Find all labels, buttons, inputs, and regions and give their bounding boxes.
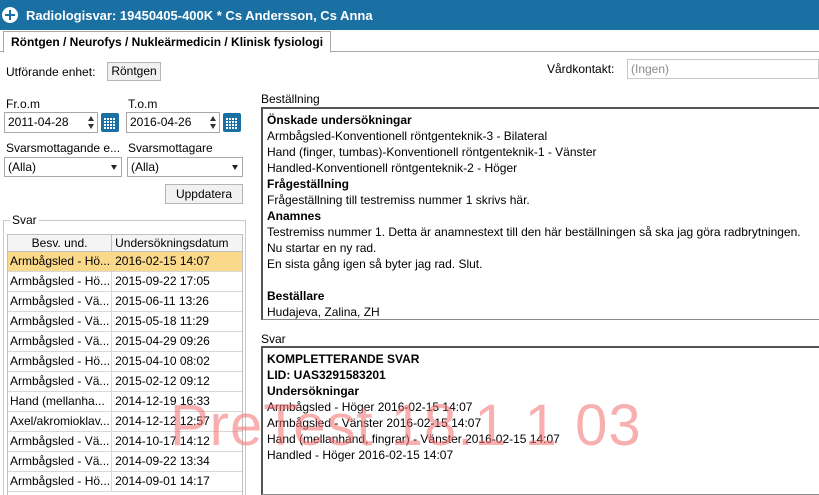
answer-line: LID: UAS3291583201 [267,368,386,382]
recipient-unit-label: Svarsmottagande e... [6,141,121,155]
row-exam: Armbågsled - Vä... [8,332,113,351]
column-header-exam[interactable]: Besv. und. [8,235,113,251]
from-date-value: 2011-04-28 [8,115,69,129]
window-title: Radiologisvar: 19450405-400K * Cs Anders… [26,7,373,23]
order-line [267,272,819,288]
vardkontakt-label: Vårdkontakt: [547,62,615,76]
table-row[interactable]: Armbågsled - Vä... 2015-02-12 09:12 [8,372,242,392]
calendar-icon [101,113,119,132]
calendar-icon [223,113,241,132]
order-line: Önskade undersökningar [267,113,412,127]
row-exam: Armbågsled - Vä... [8,292,113,311]
from-date-field[interactable]: 2011-04-28 [4,112,98,133]
from-date-spinner[interactable] [88,115,95,130]
row-date: 2015-06-11 13:26 [115,294,209,308]
row-date: 2014-09-22 13:34 [115,454,210,468]
order-line: En sista gång igen så byter jag rad. Slu… [267,257,483,271]
row-exam: Armbågsled - Vä... [8,452,113,471]
order-line: Anamnes [267,209,322,223]
row-date: 2014-12-12 12:57 [115,414,210,428]
title-bar: Radiologisvar: 19450405-400K * Cs Anders… [0,0,819,30]
order-line: Hudajeva, Zalina, ZH [267,305,380,319]
recipient-select[interactable]: (Alla) [127,157,243,177]
order-line: Beställare [267,289,325,303]
recipient-unit-value: (Alla) [8,160,37,174]
row-exam: Armbågsled - Vä... [8,372,113,391]
to-calendar-button[interactable] [222,112,242,133]
order-panel-label: Beställning [261,92,320,106]
row-date: 2015-05-18 11:29 [115,314,209,328]
table-row[interactable]: Armbågsled - Hö... 2016-02-15 14:07 [8,252,242,272]
answer-line: Armbågsled - Vänster 2016-02-15 14:07 [267,416,482,430]
order-line: Armbågsled-Konventionell röntgenteknik-3… [267,129,548,143]
column-header-date[interactable]: Undersökningsdatum [112,235,242,251]
row-date: 2015-09-22 17:05 [115,274,210,288]
recipient-value: (Alla) [131,160,160,174]
table-header: Besv. und. Undersökningsdatum [8,235,242,252]
answer-panel[interactable]: KOMPLETTERANDE SVAR LID: UAS3291583201 U… [261,346,819,495]
order-line: Hand (finger, tumbas)-Konventionell rönt… [267,145,597,159]
update-button[interactable]: Uppdatera [165,184,243,204]
row-date: 2014-09-01 14:17 [115,474,210,488]
unit-label: Utförande enhet: [6,65,96,79]
row-exam: Armbågsled - Vä... [8,432,113,451]
unit-button[interactable]: Röntgen [107,62,161,81]
order-line: Handled-Konventionell röntgenteknik-2 - … [267,161,518,175]
answer-line: Handled - Höger 2016-02-15 14:07 [267,448,454,462]
order-line: Nu startar en ny rad. [267,241,377,255]
answer-line: Armbågsled - Höger 2016-02-15 14:07 [267,400,473,414]
to-date-value: 2016-04-26 [130,115,192,129]
answers-group-label: Svar [10,213,39,227]
order-line: Frågeställning [267,177,350,191]
row-exam: Hand (mellanha... [8,392,113,411]
row-exam: Armbågsled - Hö... [8,472,113,491]
answer-line: Undersökningar [267,384,360,398]
row-exam: Armbågsled - Hö... [8,252,113,271]
table-row[interactable]: Hand (mellanha... 2014-12-19 16:33 [8,392,242,412]
row-date: 2015-04-29 09:26 [115,334,210,348]
answer-line: KOMPLETTERANDE SVAR [267,352,420,366]
table-row[interactable]: Axel/akromioklav... 2014-12-12 12:57 [8,412,242,432]
recipient-label: Svarsmottagare [128,141,213,155]
chevron-down-icon [232,165,238,170]
table-row[interactable]: Armbågsled - Vä... 2015-04-29 09:26 [8,332,242,352]
table-row[interactable]: Armbågsled - Vä... 2014-10-17 14:12 [8,432,242,452]
tab-strip: Röntgen / Neurofys / Nukleärmedicin / Kl… [0,30,819,53]
from-label: Fr.o.m [6,97,41,111]
answer-line: Hand (mellanhand, fingrar) - Vänster 201… [267,432,560,446]
table-row[interactable]: Armbågsled - Hö... 2015-09-22 17:05 [8,272,242,292]
order-line: Frågeställning till testremiss nummer 1 … [267,193,530,207]
table-row[interactable]: Armbågsled - Vä... 2015-05-18 11:29 [8,312,242,332]
answer-panel-label: Svar [261,332,286,346]
table-row[interactable]: Armbågsled - Hö... 2015-04-10 08:02 [8,352,242,372]
row-date: 2014-10-17 14:12 [115,434,210,448]
row-exam: Armbågsled - Hö... [8,352,113,371]
row-exam: Armbågsled - Vä... [8,312,113,331]
row-date: 2016-02-15 14:07 [115,254,210,268]
table-row[interactable]: Armbågsled - Hö... 2014-09-01 14:17 [8,472,242,492]
row-date: 2015-02-12 09:12 [115,374,210,388]
order-panel[interactable]: Önskade undersökningar Armbågsled-Konven… [261,107,819,320]
recipient-unit-select[interactable]: (Alla) [4,157,122,177]
row-exam: Armbågsled - Hö... [8,272,113,291]
to-date-field[interactable]: 2016-04-26 [126,112,220,133]
to-date-spinner[interactable] [210,115,217,130]
answers-table[interactable]: Besv. und. Undersökningsdatum Armbågsled… [7,234,243,495]
row-date: 2015-04-10 08:02 [115,354,210,368]
row-date: 2014-12-19 16:33 [115,394,210,408]
from-calendar-button[interactable] [100,112,120,133]
chevron-down-icon [111,165,117,170]
order-line: Testremiss nummer 1. Detta är anamnestex… [267,225,801,239]
table-row[interactable]: Armbågsled - Vä... 2015-06-11 13:26 [8,292,242,312]
vardkontakt-field[interactable]: (Ingen) [627,59,819,79]
medical-cross-icon [2,7,18,23]
to-label: T.o.m [128,97,158,111]
row-exam: Axel/akromioklav... [8,412,113,431]
table-row[interactable]: Armbågsled - Vä... 2014-09-22 13:34 [8,452,242,472]
tab-rontgen[interactable]: Röntgen / Neurofys / Nukleärmedicin / Kl… [3,31,332,53]
